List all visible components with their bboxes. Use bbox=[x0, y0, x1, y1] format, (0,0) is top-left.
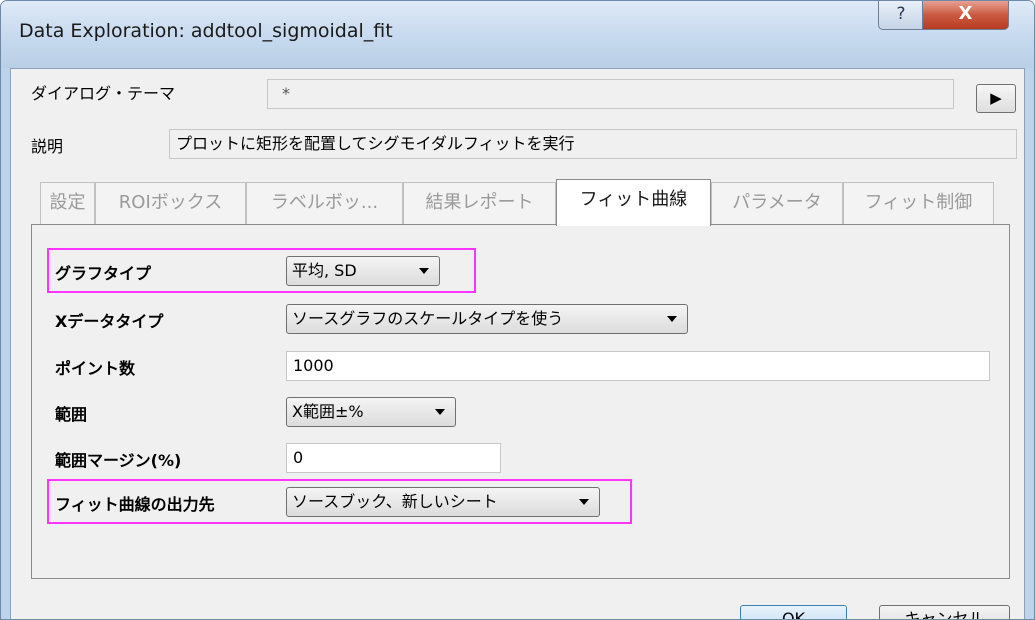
dialog-body: ダイアログ・テーマ * ▶ 説明 プロットに矩形を配置してシグモイダルフィットを… bbox=[10, 68, 1025, 619]
output-value: ソースブック、新しいシート bbox=[292, 492, 498, 511]
chevron-down-icon bbox=[435, 409, 445, 415]
range-value: X範囲±% bbox=[292, 402, 364, 421]
description-label: 説明 bbox=[31, 137, 64, 156]
title-bar[interactable]: Data Exploration: addtool_sigmoidal_fit … bbox=[1, 1, 1034, 68]
range-dropdown[interactable]: X範囲±% bbox=[286, 397, 456, 427]
tab-parameters[interactable]: パラメータ bbox=[711, 182, 843, 224]
chevron-down-icon bbox=[419, 268, 429, 274]
output-label: フィット曲線の出力先 bbox=[55, 495, 215, 514]
output-dropdown[interactable]: ソースブック、新しいシート bbox=[286, 487, 600, 517]
x-data-type-dropdown[interactable]: ソースグラフのスケールタイプを使う bbox=[286, 304, 688, 334]
range-margin-input[interactable]: 0 bbox=[286, 443, 501, 473]
range-margin-label: 範囲マージン(%) bbox=[55, 451, 182, 470]
tab-fit-curve[interactable]: フィット曲線 bbox=[556, 179, 711, 226]
cancel-button[interactable]: キャンセル bbox=[879, 605, 1010, 619]
x-data-type-label: Xデータタイプ bbox=[55, 312, 164, 331]
close-button[interactable]: X bbox=[922, 1, 1009, 30]
tab-result-report[interactable]: 結果レポート bbox=[403, 182, 556, 224]
help-button[interactable]: ? bbox=[878, 1, 924, 30]
graph-type-dropdown[interactable]: 平均, SD bbox=[286, 256, 440, 286]
num-points-input[interactable]: 1000 bbox=[286, 351, 990, 381]
chevron-down-icon bbox=[579, 499, 589, 505]
theme-label: ダイアログ・テーマ bbox=[31, 84, 176, 103]
tab-panel: グラフタイプ 平均, SD Xデータタイプ ソースグラフのスケールタイプを使う … bbox=[31, 224, 1010, 579]
tab-label-box[interactable]: ラベルボッ... bbox=[246, 182, 403, 224]
range-label: 範囲 bbox=[55, 405, 88, 424]
tab-roi-box[interactable]: ROIボックス bbox=[95, 182, 246, 224]
x-data-type-value: ソースグラフのスケールタイプを使う bbox=[292, 309, 564, 328]
description-text: プロットに矩形を配置してシグモイダルフィットを実行 bbox=[169, 129, 1017, 159]
theme-field[interactable]: * bbox=[267, 79, 954, 109]
tab-settings[interactable]: 設定 bbox=[40, 182, 95, 224]
graph-type-value: 平均, SD bbox=[292, 261, 357, 280]
ok-button[interactable]: OK bbox=[740, 605, 847, 619]
chevron-down-icon bbox=[667, 316, 677, 322]
theme-menu-button[interactable]: ▶ bbox=[976, 84, 1016, 113]
window-title: Data Exploration: addtool_sigmoidal_fit bbox=[19, 20, 393, 42]
num-points-label: ポイント数 bbox=[55, 359, 136, 378]
dialog-window: Data Exploration: addtool_sigmoidal_fit … bbox=[0, 0, 1035, 620]
graph-type-label: グラフタイプ bbox=[55, 264, 152, 283]
tab-fit-control[interactable]: フィット制御 bbox=[843, 182, 994, 224]
